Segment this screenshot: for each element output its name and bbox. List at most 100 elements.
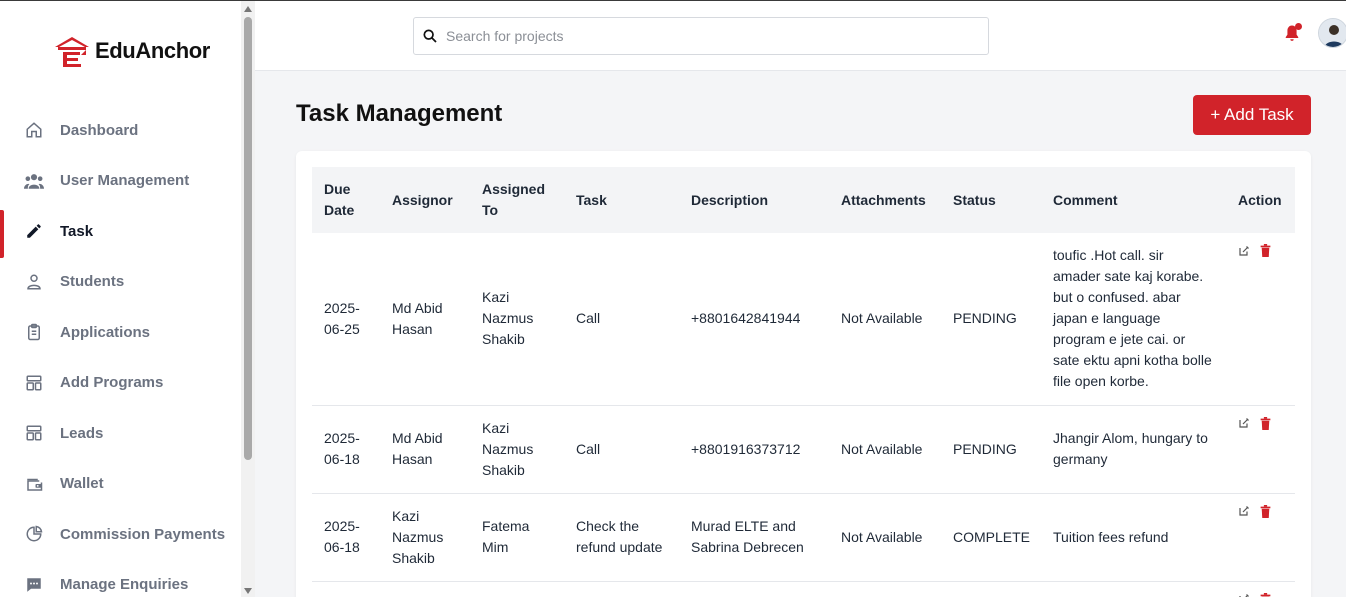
status-cell: PENDING	[941, 405, 1041, 494]
action-cell	[1226, 581, 1295, 597]
table-row: 2025-06-18 Md Abid Hasan Kazi Nazmus Sha…	[312, 405, 1295, 494]
partial-row-cell	[312, 581, 1226, 597]
attachments-cell: Not Available	[829, 493, 941, 582]
task-cell: Call	[564, 233, 679, 406]
sidebar-item-students[interactable]: Students	[0, 257, 241, 308]
edit-icon[interactable]	[1238, 505, 1250, 517]
column-header-comment[interactable]: Comment	[1041, 167, 1226, 233]
column-header-assignor[interactable]: Assignor	[380, 167, 470, 233]
assigned-to-cell: Kazi Nazmus Shakib	[470, 405, 564, 494]
user-icon	[24, 272, 44, 292]
task-cell: Check the refund update	[564, 493, 679, 582]
status-cell: PENDING	[941, 233, 1041, 406]
layout-icon	[24, 423, 44, 443]
sidebar-scrollbar[interactable]	[241, 1, 255, 597]
action-cell	[1226, 405, 1295, 494]
sidebar-item-label: Manage Enquiries	[60, 576, 189, 594]
edit-icon[interactable]	[1238, 245, 1250, 257]
pie-chart-icon	[24, 524, 44, 544]
task-table-card: Due Date Assignor Assigned To Task Descr…	[296, 151, 1311, 597]
assigned-to-cell: Kazi Nazmus Shakib	[470, 233, 564, 406]
task-cell: Call	[564, 405, 679, 494]
sidebar-item-manage-enquiries[interactable]: Manage Enquiries	[0, 560, 241, 597]
sidebar-item-commission-payments[interactable]: Commission Payments	[0, 509, 241, 560]
assignor-cell: Md Abid Hasan	[380, 233, 470, 406]
column-header-attachments[interactable]: Attachments	[829, 167, 941, 233]
column-header-task[interactable]: Task	[564, 167, 679, 233]
sidebar-item-label: User Management	[60, 172, 190, 190]
delete-icon[interactable]	[1259, 592, 1272, 597]
sidebar-item-task[interactable]: Task	[0, 206, 241, 258]
comment-cell: toufic .Hot call. sir amader sate kaj ko…	[1041, 233, 1226, 406]
scroll-down-icon[interactable]	[244, 588, 252, 594]
notification-dot	[1295, 23, 1302, 30]
action-cell	[1226, 493, 1295, 582]
sidebar-item-label: Wallet	[60, 475, 104, 493]
sidebar-item-label: Students	[60, 273, 125, 291]
sidebar-item-label: Task	[60, 222, 94, 240]
column-header-status[interactable]: Status	[941, 167, 1041, 233]
delete-icon[interactable]	[1259, 504, 1272, 519]
search-box[interactable]	[413, 17, 989, 55]
edit-icon[interactable]	[1238, 593, 1250, 597]
chat-icon	[24, 575, 44, 595]
clipboard-icon	[24, 322, 44, 342]
due-date-cell: 2025-06-18	[312, 493, 380, 582]
table-header-row: Due Date Assignor Assigned To Task Descr…	[312, 167, 1295, 233]
due-date-cell: 2025-06-18	[312, 405, 380, 494]
top-header	[255, 1, 1346, 71]
description-cell: +8801916373712	[679, 405, 829, 494]
home-icon	[24, 120, 44, 140]
scroll-up-icon[interactable]	[244, 6, 252, 12]
delete-icon[interactable]	[1259, 416, 1272, 431]
description-cell: Murad ELTE and Sabrina Debrecen	[679, 493, 829, 582]
edit-icon[interactable]	[1238, 417, 1250, 429]
column-header-description[interactable]: Description	[679, 167, 829, 233]
column-header-assigned-to[interactable]: Assigned To	[470, 167, 564, 233]
comment-cell: Jhangir Alom, hungary to germany	[1041, 405, 1226, 494]
sidebar-item-label: Applications	[60, 323, 151, 341]
sidebar-item-dashboard[interactable]: Dashboard	[0, 105, 241, 156]
sidebar-item-user-management[interactable]: User Management	[0, 156, 241, 207]
avatar[interactable]	[1318, 18, 1346, 48]
sidebar-item-label: Dashboard	[60, 121, 139, 139]
sidebar-item-label: Add Programs	[60, 374, 164, 392]
assignor-cell: Kazi Nazmus Shakib	[380, 493, 470, 582]
brand-logo[interactable]: EduAnchor	[53, 34, 210, 68]
sidebar-item-label: Leads	[60, 424, 104, 442]
due-date-cell: 2025-06-25	[312, 233, 380, 406]
search-icon	[423, 29, 437, 43]
sidebar-item-wallet[interactable]: Wallet	[0, 459, 241, 510]
table-row: 2025-06-18 Kazi Nazmus Shakib Fatema Mim…	[312, 493, 1295, 582]
sidebar-item-add-programs[interactable]: Add Programs	[0, 358, 241, 409]
status-cell: COMPLETE	[941, 493, 1041, 582]
layout-icon	[24, 373, 44, 393]
sidebar-nav: Dashboard User Management Task Students …	[0, 105, 241, 597]
sidebar: EduAnchor Dashboard User Management Task…	[0, 1, 241, 597]
table-row	[312, 581, 1295, 597]
action-cell	[1226, 233, 1295, 406]
attachments-cell: Not Available	[829, 405, 941, 494]
attachments-cell: Not Available	[829, 233, 941, 406]
brand-name: EduAnchor	[95, 38, 210, 63]
assigned-to-cell: Fatema Mim	[470, 493, 564, 582]
sidebar-item-leads[interactable]: Leads	[0, 408, 241, 459]
column-header-action: Action	[1238, 191, 1282, 208]
assignor-cell: Md Abid Hasan	[380, 405, 470, 494]
logo-icon	[55, 37, 89, 67]
page-title: Task Management	[296, 100, 503, 127]
comment-cell: Tuition fees refund	[1041, 493, 1226, 582]
scroll-thumb[interactable]	[244, 17, 252, 460]
search-input[interactable]	[446, 28, 966, 44]
task-table: Due Date Assignor Assigned To Task Descr…	[312, 167, 1295, 597]
pencil-icon	[24, 221, 44, 241]
delete-icon[interactable]	[1259, 243, 1272, 258]
wallet-icon	[24, 474, 44, 494]
add-task-button[interactable]: + Add Task	[1193, 95, 1311, 135]
users-icon	[24, 171, 44, 191]
description-cell: +8801642841944	[679, 233, 829, 406]
sidebar-item-applications[interactable]: Applications	[0, 307, 241, 358]
sidebar-item-label: Commission Payments	[60, 525, 226, 543]
table-row: 2025-06-25 Md Abid Hasan Kazi Nazmus Sha…	[312, 233, 1295, 406]
column-header-due-date[interactable]: Due Date	[312, 167, 380, 233]
